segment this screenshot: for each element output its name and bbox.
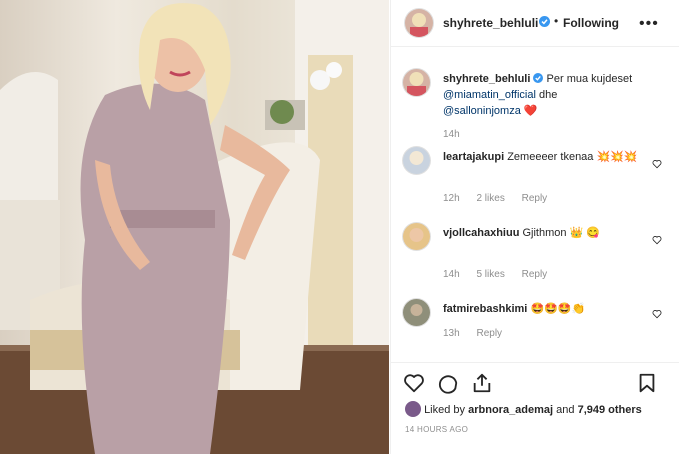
comment-likes[interactable]: 5 likes [476,269,504,280]
photo-illustration [0,0,389,454]
likes-mid: and [556,404,575,416]
comment-text: Gjithmon 👑 😋 [522,227,601,239]
comment-text: 🤩🤩🤩👏 [530,303,586,315]
caption-mid: dhe [538,89,558,101]
commenter-avatar[interactable] [403,299,430,326]
comment-likes[interactable]: 2 likes [476,193,504,204]
caption-avatar-image [407,72,426,96]
comment-like-heart-icon[interactable] [652,235,662,245]
comment-meta: 12h 2 likes Reply [443,193,561,204]
author-avatar[interactable] [405,9,433,37]
post-timestamp[interactable]: 14 HOURS AGO [405,425,468,434]
instagram-post: shyhrete_behluli • Following ••• shyhret… [0,0,679,454]
caption-mention-sallon[interactable]: @salloninjomza [443,105,521,117]
comment-reply-button[interactable]: Reply [476,328,502,339]
comment-text-block: vjollcahaxhiuu Gjithmon 👑 😋 [443,225,646,241]
more-options-icon[interactable]: ••• [639,15,659,33]
post-photo[interactable] [0,0,389,454]
caption-text-block: shyhrete_behluli Per mua kujdeset @miama… [443,71,668,119]
bookmark-icon[interactable] [636,372,658,394]
comment-reply-button[interactable]: Reply [522,193,548,204]
comment-text-block: fatmirebashkimi 🤩🤩🤩👏 [443,301,646,317]
following-button[interactable]: Following [563,16,619,30]
liker-avatar[interactable] [405,401,421,417]
commenter-avatar[interactable] [403,223,430,250]
caption-username[interactable]: shyhrete_behluli [443,73,530,85]
commenter-avatar-image [409,151,424,165]
commenter-avatar[interactable] [403,147,430,174]
header-dot: • [554,14,559,28]
caption-time: 14h [443,129,460,140]
post-sidebar: shyhrete_behluli • Following ••• shyhret… [390,0,679,454]
share-icon[interactable] [471,372,493,394]
comment-time: 12h [443,193,460,204]
comment-text: Zemeeeer tkenaa 💥💥💥 [507,151,638,163]
comment-time: 14h [443,269,460,280]
comment-meta: 14h 5 likes Reply [443,269,561,280]
comment-username[interactable]: leartajakupi [443,151,504,163]
comment-text-block: leartajakupi Zemeeeer tkenaa 💥💥💥 [443,149,646,165]
comment-meta: 13h Reply [443,328,516,339]
comment-reply-button[interactable]: Reply [522,269,548,280]
comment-bubble-icon[interactable] [437,372,459,394]
liker-username[interactable]: arbnora_ademaj [468,404,553,416]
caption-avatar[interactable] [403,69,430,96]
caption-mention-miamatin[interactable]: @miamatin_official [443,89,536,101]
like-heart-icon[interactable] [403,372,425,394]
caption-emoji: ❤️ [523,105,538,117]
comment-time: 13h [443,328,460,339]
comments-list: shyhrete_behluli Per mua kujdeset @miama… [391,47,679,362]
likes-prefix: Liked by [424,404,466,416]
verified-badge-icon [539,16,550,27]
likes-row: Liked by arbnora_ademaj and 7,949 others [405,401,675,417]
action-section: Liked by arbnora_ademaj and 7,949 others… [391,362,679,455]
author-username[interactable]: shyhrete_behluli [443,16,538,30]
comment-username[interactable]: fatmirebashkimi [443,303,527,315]
likes-count[interactable]: 7,949 others [578,404,642,416]
caption-text: Per mua kujdeset [546,73,633,85]
commenter-avatar-image [410,304,423,316]
author-avatar-image [410,13,428,37]
comment-like-heart-icon[interactable] [652,309,662,319]
commenter-avatar-image [409,228,424,242]
caption-verified-icon [533,72,544,83]
post-header: shyhrete_behluli • Following ••• [391,0,679,47]
comment-like-heart-icon[interactable] [652,159,662,169]
comment-username[interactable]: vjollcahaxhiuu [443,227,519,239]
